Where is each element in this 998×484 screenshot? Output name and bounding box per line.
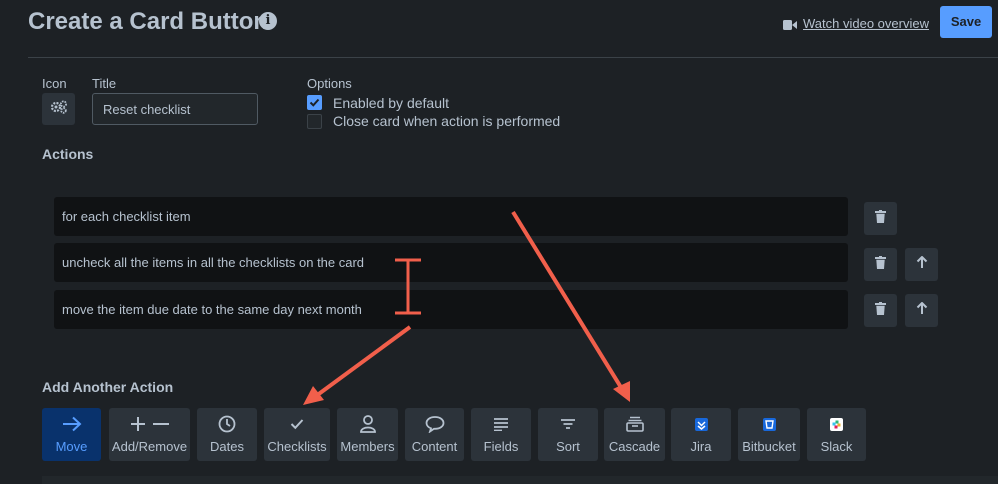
annotation-arrow-to-checklists (303, 325, 412, 405)
annotation-text-cursor (395, 258, 421, 315)
annotation-overlay (303, 210, 630, 405)
annotation-arrow-to-cascade (511, 210, 630, 402)
